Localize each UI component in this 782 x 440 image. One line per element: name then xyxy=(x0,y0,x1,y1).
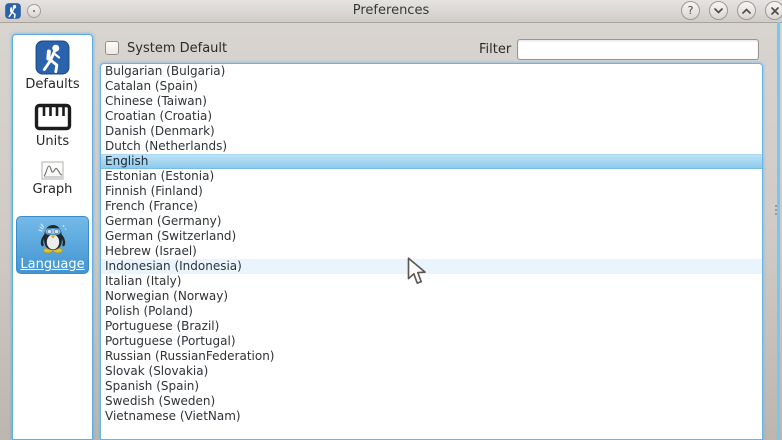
sidebar-item-label: Units xyxy=(13,134,92,149)
ruler-icon xyxy=(34,102,72,132)
language-list-item[interactable]: Chinese (Taiwan) xyxy=(101,94,762,109)
language-list-item[interactable]: Vietnamese (VietNam) xyxy=(101,409,762,424)
chevron-down-icon xyxy=(714,8,723,14)
language-list-item[interactable]: Russian (RussianFederation) xyxy=(101,349,762,364)
help-button[interactable]: ? xyxy=(681,1,700,20)
sidebar-item-graph[interactable]: Graph xyxy=(13,161,92,197)
chevron-up-icon xyxy=(742,8,751,14)
language-list-item[interactable]: Bulgarian (Bulgaria) xyxy=(101,64,762,79)
language-list-item[interactable]: Finnish (Finland) xyxy=(101,184,762,199)
language-list-item[interactable]: Hebrew (Israel) xyxy=(101,244,762,259)
filter-input[interactable] xyxy=(517,39,759,60)
system-default-checkbox[interactable] xyxy=(105,41,119,55)
question-icon: ? xyxy=(688,4,694,17)
language-list-item[interactable]: Slovak (Slovakia) xyxy=(101,364,762,379)
language-list-item[interactable]: German (Switzerland) xyxy=(101,229,762,244)
language-list[interactable]: Bulgarian (Bulgaria)Catalan (Spain)Chine… xyxy=(100,63,763,440)
penguin-icon xyxy=(35,220,71,256)
language-list-item[interactable]: German (Germany) xyxy=(101,214,762,229)
language-list-item[interactable]: Danish (Denmark) xyxy=(101,124,762,139)
sidebar-item-label: Defaults xyxy=(13,77,92,92)
filter-label: Filter xyxy=(479,41,511,58)
sidebar-item-label: Language xyxy=(17,257,88,272)
close-button[interactable] xyxy=(765,1,782,20)
background-window-edge xyxy=(777,22,780,440)
keep-above-button[interactable] xyxy=(737,1,756,20)
category-list: Defaults Units Graph xyxy=(12,34,93,440)
titlebar: Preferences ? xyxy=(0,0,782,23)
language-list-item[interactable]: Estonian (Estonia) xyxy=(101,169,762,184)
hiker-icon xyxy=(35,40,70,75)
language-list-item[interactable]: Swedish (Sweden) xyxy=(101,394,762,409)
language-list-item[interactable]: Indonesian (Indonesia) xyxy=(101,259,762,274)
close-icon xyxy=(771,7,779,15)
language-list-item[interactable]: Italian (Italy) xyxy=(101,274,762,289)
system-default-label: System Default xyxy=(127,41,227,56)
language-list-item[interactable]: Portuguese (Brazil) xyxy=(101,319,762,334)
language-list-item[interactable]: Norwegian (Norway) xyxy=(101,289,762,304)
language-list-item[interactable]: Dutch (Netherlands) xyxy=(101,139,762,154)
window-title: Preferences xyxy=(0,0,782,22)
sidebar-item-language[interactable]: Language xyxy=(16,216,89,274)
sidebar-item-defaults[interactable]: Defaults xyxy=(13,40,92,92)
splitter-grip-dots xyxy=(775,205,777,219)
sidebar-item-units[interactable]: Units xyxy=(13,102,92,149)
graph-curve-icon xyxy=(41,161,64,180)
language-list-item[interactable]: Portuguese (Portugal) xyxy=(101,334,762,349)
language-list-item[interactable]: French (France) xyxy=(101,199,762,214)
language-list-item[interactable]: Polish (Poland) xyxy=(101,304,762,319)
sidebar-item-label: Graph xyxy=(13,182,92,197)
shade-button[interactable] xyxy=(709,1,728,20)
language-list-item[interactable]: Croatian (Croatia) xyxy=(101,109,762,124)
language-list-item[interactable]: Spanish (Spain) xyxy=(101,379,762,394)
language-list-item[interactable]: Catalan (Spain) xyxy=(101,79,762,94)
language-list-item[interactable]: English xyxy=(101,154,762,169)
